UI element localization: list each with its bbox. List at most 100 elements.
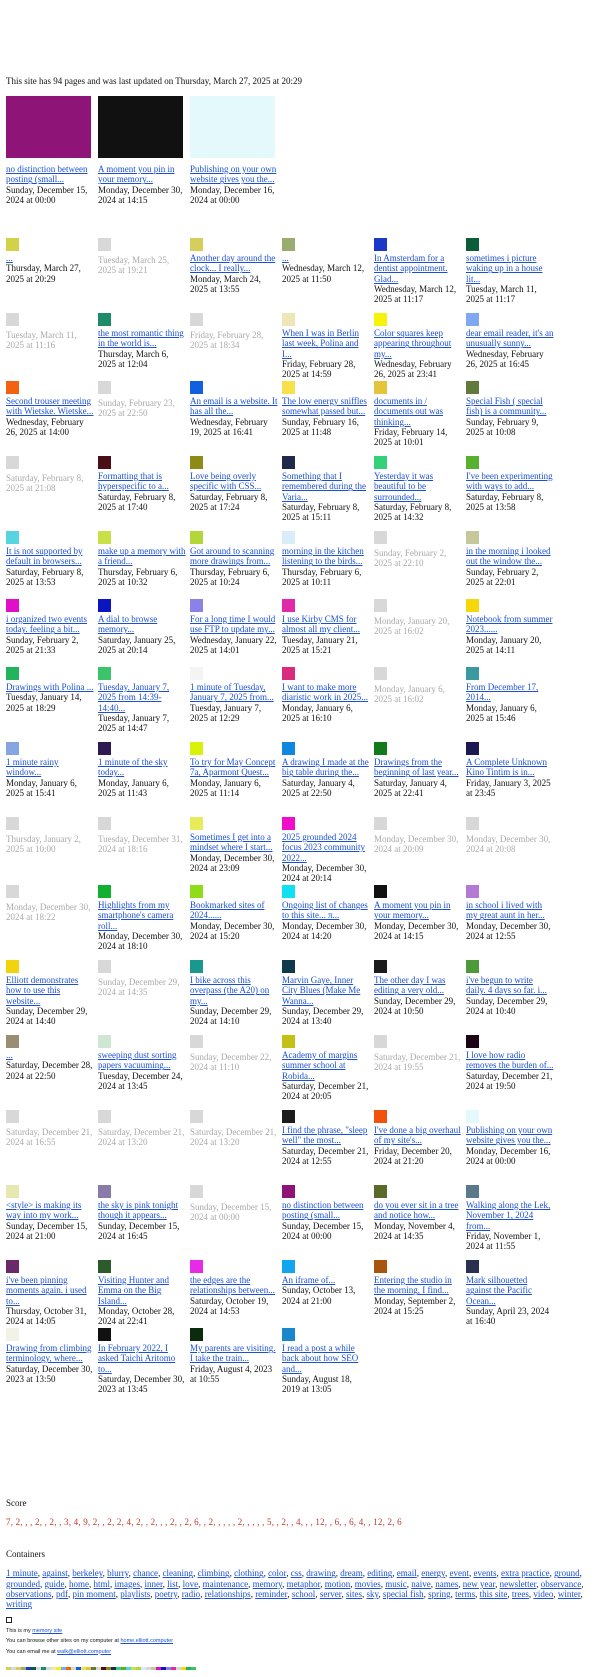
color-square[interactable] <box>6 1035 19 1048</box>
color-square[interactable] <box>282 1185 295 1198</box>
memory-link[interactable]: I find the phrase, "sleep well" the most… <box>282 1125 370 1146</box>
memory-link[interactable]: 1 minute of Tuesday, January 7, 2025 fro… <box>190 682 278 703</box>
memory-link[interactable]: I read a post a while back about how SEO… <box>282 1343 370 1374</box>
memory-link[interactable]: Elliott demonstrates how to use this web… <box>6 975 94 1006</box>
memory-link[interactable]: do you ever sit in a tree and notice how… <box>374 1200 462 1221</box>
memory-link[interactable]: Tuesday, January 7, 2025 from 14:39-14:4… <box>98 682 186 713</box>
color-square[interactable] <box>98 599 111 612</box>
featured-card[interactable]: Publishing on your own website gives you… <box>190 96 278 205</box>
color-square[interactable] <box>190 531 203 544</box>
memory-link[interactable]: Visiting Hunter and Emma on the Big Isla… <box>98 1275 186 1306</box>
memory-card[interactable]: Got around to scanning more drawings fro… <box>190 531 278 587</box>
memory-card[interactable]: Something that I remembered during the V… <box>282 456 370 523</box>
memory-card[interactable]: 1 minute of the sky today... Monday, Janu… <box>98 742 186 798</box>
memory-link[interactable]: I've done a big overhaul of my site's... <box>374 1125 462 1146</box>
memory-site-link[interactable]: memory site <box>32 1628 62 1634</box>
tag-link[interactable]: naive <box>411 1579 431 1589</box>
color-square[interactable] <box>282 960 295 973</box>
memory-card[interactable]: In February 2022, I asked Taichi Aritomo… <box>98 1328 186 1395</box>
memory-card[interactable]: do you ever sit in a tree and notice how… <box>374 1185 462 1241</box>
memory-link[interactable]: The low energy sniffles somewhat passed … <box>282 396 370 417</box>
color-square[interactable] <box>98 531 111 544</box>
memory-card[interactable]: I bike across this overpass (the A20) on… <box>190 960 278 1027</box>
color-square[interactable] <box>374 742 387 755</box>
tag-link[interactable]: school <box>292 1589 316 1599</box>
memory-card[interactable]: morning in the kitchen listening to the … <box>282 531 370 587</box>
memory-card[interactable]: My parents are visiting. I take the trai… <box>190 1328 278 1384</box>
memory-card[interactable]: For a long time I would use FTP to updat… <box>190 599 278 655</box>
memory-card[interactable]: in the morning i looked out the window t… <box>466 531 554 587</box>
tag-link[interactable]: extra practice <box>501 1568 550 1578</box>
featured-card[interactable]: no distinction between posting (small...… <box>6 96 94 205</box>
memory-card[interactable]: Thursday, January 2, 2025 at 10:00 <box>6 817 94 855</box>
memory-link[interactable]: In February 2022, I asked Taichi Aritomo… <box>98 1343 186 1374</box>
tag-link[interactable]: energy <box>421 1568 445 1578</box>
memory-link[interactable]: ... <box>282 253 370 263</box>
memory-link[interactable]: i organized two events today. feeling a … <box>6 614 94 635</box>
tag-link[interactable]: berkeley <box>72 1568 102 1578</box>
memory-link[interactable]: Something that I remembered during the V… <box>282 471 370 502</box>
tag-link[interactable]: html <box>94 1579 111 1589</box>
memory-link[interactable]: Academy of margins summer school at Robi… <box>282 1050 370 1081</box>
memory-card[interactable]: ... Wednesday, March 12, 2025 at 11:50 <box>282 238 370 284</box>
tag-link[interactable]: blurry <box>107 1568 128 1578</box>
memory-link[interactable]: Highlights from my smartphone's camera r… <box>98 900 186 931</box>
tag-link[interactable]: pin moment <box>73 1589 116 1599</box>
color-square[interactable] <box>190 1110 203 1123</box>
memory-card[interactable]: I've done a big overhaul of my site's...… <box>374 1110 462 1166</box>
memory-card[interactable]: When I was in Berlin last week, Polina a… <box>282 313 370 380</box>
memory-card[interactable]: Entering the studio in the morning, I fi… <box>374 1260 462 1316</box>
memory-link[interactable]: Special Fish ( special fish) is a commun… <box>466 396 554 417</box>
tag-link[interactable]: drawing <box>306 1568 336 1578</box>
color-square[interactable] <box>98 667 111 680</box>
tag-link[interactable]: new year <box>463 1579 495 1589</box>
memory-card[interactable]: To try for May Concept 7a, Aparmont Ques… <box>190 742 278 798</box>
color-square[interactable] <box>190 381 203 394</box>
memory-card[interactable]: Second trouser meeting with Wietske. Wie… <box>6 381 94 437</box>
memory-card[interactable]: i've begun to write daily. 4 days so far… <box>466 960 554 1016</box>
color-square[interactable] <box>190 599 203 612</box>
memory-card[interactable]: dear email reader, it's an unusually sun… <box>466 313 554 369</box>
memory-link[interactable]: documents in / documents out was thinkin… <box>374 396 462 427</box>
memory-link[interactable]: In Amsterdam for a dentist appointment. … <box>374 253 462 284</box>
tag-link[interactable]: guide <box>45 1579 65 1589</box>
color-square[interactable] <box>6 667 19 680</box>
memory-link[interactable]: I bike across this overpass (the A20) on… <box>190 975 278 1006</box>
color-square[interactable] <box>190 313 203 326</box>
tag-link[interactable]: server <box>320 1589 342 1599</box>
memory-card[interactable]: i organized two events today. feeling a … <box>6 599 94 655</box>
memory-card[interactable]: Another day around the clock... I really… <box>190 238 278 294</box>
memory-card[interactable]: Sometimes I get into a mindset where I s… <box>190 817 278 873</box>
color-square[interactable] <box>190 1185 203 1198</box>
memory-link[interactable]: ... <box>6 1050 94 1060</box>
color-square[interactable] <box>282 1110 295 1123</box>
memory-card[interactable]: The other day I was editing a very old..… <box>374 960 462 1016</box>
color-square[interactable] <box>374 1110 387 1123</box>
memory-link[interactable]: A drawing I made at the big table during… <box>282 757 370 778</box>
tag-link[interactable]: sites <box>346 1589 362 1599</box>
color-square[interactable] <box>190 960 203 973</box>
tag-link[interactable]: 1 minute <box>6 1568 38 1578</box>
memory-card[interactable]: Saturday, December 21, 2024 at 13:20 <box>190 1110 278 1148</box>
color-square[interactable] <box>374 313 387 326</box>
color-square[interactable] <box>98 313 111 326</box>
memory-link[interactable]: Publishing on your own website gives you… <box>466 1125 554 1146</box>
tag-link[interactable]: terms <box>455 1589 475 1599</box>
memory-card[interactable]: Monday, December 30, 2024 at 20:09 <box>374 817 462 855</box>
memory-link[interactable]: To try for May Concept 7a, Aparmont Ques… <box>190 757 278 778</box>
color-square[interactable] <box>282 885 295 898</box>
memory-card[interactable]: I want to make more diaristic work in 20… <box>282 667 370 723</box>
tag-link[interactable]: climbing <box>198 1568 230 1578</box>
color-square[interactable] <box>466 1260 479 1273</box>
tag-link[interactable]: movies <box>355 1579 381 1589</box>
memory-card[interactable]: Sunday, February 23, 2025 at 22:50 <box>98 381 186 419</box>
color-square[interactable] <box>466 742 479 755</box>
memory-card[interactable]: Tuesday, December 31, 2024 at 18:16 <box>98 817 186 855</box>
tag-link[interactable]: ground <box>554 1568 580 1578</box>
memory-card[interactable]: sometimes i picture waking up in a house… <box>466 238 554 305</box>
memory-card[interactable]: the edges are the relationships between.… <box>190 1260 278 1316</box>
memory-card[interactable]: Drawings from the beginning of last year… <box>374 742 462 798</box>
memory-link[interactable]: Notebook from summer 2023...... <box>466 614 554 635</box>
memory-card[interactable]: Saturday, December 21, 2024 at 19:55 <box>374 1035 462 1073</box>
color-square[interactable] <box>374 381 387 394</box>
